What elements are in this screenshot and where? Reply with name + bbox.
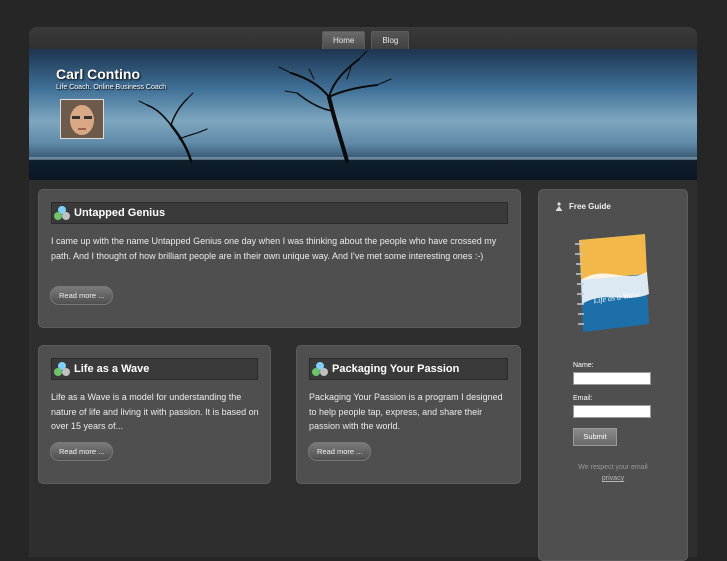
card-text: Packaging Your Passion is a program I de… [309, 392, 503, 431]
name-label: Name: [573, 362, 594, 369]
main-nav: Home Blog [322, 31, 410, 50]
card-text: Life as a Wave is a model for understand… [51, 392, 259, 431]
privacy-note: We respect your email privacy [578, 464, 648, 482]
card-text: I came up with the name Untapped Genius … [51, 236, 497, 261]
email-label: Email: [573, 395, 593, 402]
sidebar-free-guide: Free Guide Life as a Wave Name: Email: S… [538, 189, 688, 561]
header-banner: Carl Contino Life Coach. Online Business… [29, 49, 697, 180]
card-untapped-genius: Untapped Genius I came up with the name … [38, 189, 521, 328]
card-title[interactable]: Packaging Your Passion [332, 363, 459, 375]
card-header: Life as a Wave [51, 358, 258, 380]
card-packaging-your-passion: Packaging Your Passion Packaging Your Pa… [296, 345, 521, 484]
read-more-button[interactable]: Read more ... [50, 286, 114, 305]
nav-home[interactable]: Home [322, 31, 366, 50]
privacy-link[interactable]: privacy [602, 475, 624, 482]
read-more-button[interactable]: Read more ... [308, 442, 372, 461]
card-life-as-a-wave: Life as a Wave Life as a Wave is a model… [38, 345, 271, 484]
site-tagline: Life Coach. Online Business Coach [56, 84, 167, 91]
name-field[interactable] [573, 372, 651, 385]
ebook-cover-image: Life as a Wave [575, 234, 649, 332]
molecule-icon [54, 206, 70, 220]
person-icon [555, 202, 563, 211]
email-field[interactable] [573, 405, 651, 418]
nav-blog[interactable]: Blog [371, 31, 410, 50]
site-title[interactable]: Carl Contino [56, 66, 140, 82]
submit-button[interactable]: Submit [573, 428, 617, 446]
card-header: Packaging Your Passion [309, 358, 508, 380]
top-bar: Home Blog [29, 27, 697, 50]
molecule-icon [54, 362, 70, 376]
card-title[interactable]: Untapped Genius [74, 207, 165, 219]
avatar [60, 99, 104, 139]
molecule-icon [312, 362, 328, 376]
sidebar-title: Free Guide [555, 202, 611, 211]
card-header: Untapped Genius [51, 202, 508, 224]
read-more-button[interactable]: Read more ... [50, 442, 114, 461]
card-title[interactable]: Life as a Wave [74, 363, 149, 375]
